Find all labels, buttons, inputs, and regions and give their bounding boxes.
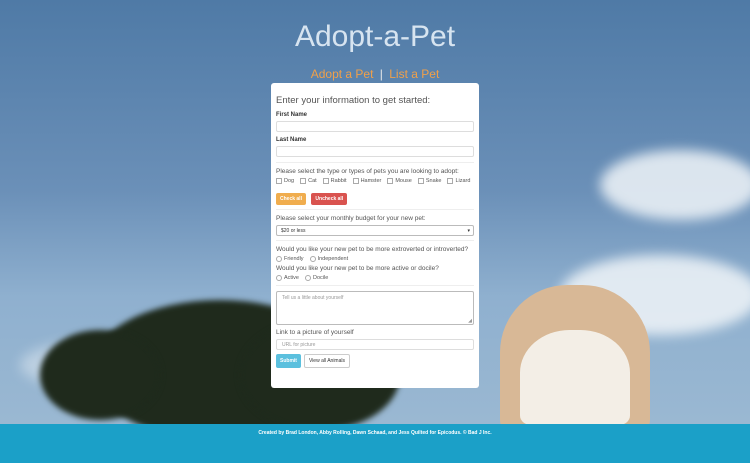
budget-selected-value: $20 or less — [281, 228, 306, 234]
activity-label: Docile — [312, 275, 329, 281]
pet-type-snake[interactable]: Snake — [417, 178, 442, 184]
pet-type-cat[interactable]: Cat — [300, 178, 317, 184]
pet-type-dog[interactable]: Dog — [276, 178, 294, 184]
nav-list-link[interactable]: List a Pet — [389, 67, 439, 81]
personality-label: Friendly — [284, 256, 304, 262]
pet-type-label: Snake — [425, 178, 442, 184]
personality-friendly[interactable]: Friendly — [276, 256, 304, 262]
divider — [276, 240, 474, 241]
pet-type-label: Cat — [308, 178, 317, 184]
footer-credits: Created by Brad London, Abby Rolling, Da… — [258, 430, 492, 436]
divider — [276, 285, 474, 286]
activity-options: Active Docile — [276, 275, 474, 281]
checkbox-icon — [322, 178, 329, 184]
submit-button[interactable]: Submit — [276, 354, 301, 368]
checkbox-icon — [417, 178, 424, 184]
resize-grip-icon[interactable]: ◢ — [468, 318, 472, 324]
checkbox-icon — [447, 178, 454, 184]
uncheck-all-button[interactable]: Uncheck all — [311, 193, 348, 205]
activity-question: Would you like your new pet to be more a… — [276, 265, 439, 272]
signup-form: Enter your information to get started: F… — [271, 83, 479, 388]
checkbox-icon — [352, 178, 359, 184]
divider — [276, 209, 474, 210]
about-textarea[interactable]: Tell us a little about yourself ◢ — [276, 291, 474, 325]
checkbox-icon — [387, 178, 394, 184]
personality-question: Would you like your new pet to be more e… — [276, 246, 469, 253]
activity-label: Active — [284, 275, 299, 281]
divider — [276, 162, 474, 163]
personality-label: Independent — [317, 256, 349, 262]
pet-type-rabbit[interactable]: Rabbit — [322, 178, 347, 184]
pet-types-options: Dog Cat Rabbit Hamster Mouse Snake Lizar… — [276, 178, 474, 184]
personality-options: Friendly Independent — [276, 256, 474, 262]
site-title: Adopt-a-Pet — [294, 20, 456, 53]
first-name-label: First Name — [276, 112, 308, 118]
form-intro: Enter your information to get started: — [276, 95, 431, 106]
pet-type-label: Hamster — [360, 178, 382, 184]
pet-types-question: Please select the type or types of pets … — [276, 168, 459, 175]
radio-icon — [276, 256, 282, 262]
check-all-button[interactable]: Check all — [276, 193, 306, 205]
pet-type-lizard[interactable]: Lizard — [447, 178, 470, 184]
activity-docile[interactable]: Docile — [304, 275, 329, 281]
pet-type-label: Lizard — [455, 178, 471, 184]
pet-type-hamster[interactable]: Hamster — [352, 178, 382, 184]
pet-type-label: Rabbit — [330, 178, 347, 184]
pet-type-label: Dog — [284, 178, 295, 184]
personality-independent[interactable]: Independent — [309, 256, 349, 262]
radio-icon — [276, 275, 282, 281]
picture-url-placeholder: URL for picture — [282, 342, 316, 348]
activity-active[interactable]: Active — [276, 275, 299, 281]
picture-label: Link to a picture of yourself — [276, 329, 354, 336]
about-placeholder: Tell us a little about yourself — [282, 295, 344, 301]
radio-icon — [304, 275, 311, 281]
budget-question: Please select your monthly budget for yo… — [276, 215, 426, 222]
view-all-animals-button[interactable]: View all Animals — [303, 354, 350, 368]
top-nav: Adopt a Pet | List a Pet — [0, 67, 750, 81]
budget-select[interactable]: $20 or less ▾ — [276, 225, 474, 236]
last-name-label: Last Name — [276, 137, 307, 143]
checkbox-icon — [276, 178, 282, 184]
pet-type-label: Mouse — [395, 178, 412, 184]
dropdown-arrow-icon: ▾ — [467, 228, 470, 234]
radio-icon — [309, 256, 316, 262]
checkbox-icon — [300, 178, 307, 184]
footer: Created by Brad London, Abby Rolling, Da… — [0, 424, 750, 463]
pet-type-mouse[interactable]: Mouse — [387, 178, 412, 184]
last-name-field[interactable] — [276, 146, 474, 157]
nav-adopt-link[interactable]: Adopt a Pet — [311, 67, 374, 81]
nav-separator: | — [379, 67, 383, 81]
picture-url-field[interactable]: URL for picture — [276, 339, 474, 350]
first-name-field[interactable] — [276, 121, 474, 132]
